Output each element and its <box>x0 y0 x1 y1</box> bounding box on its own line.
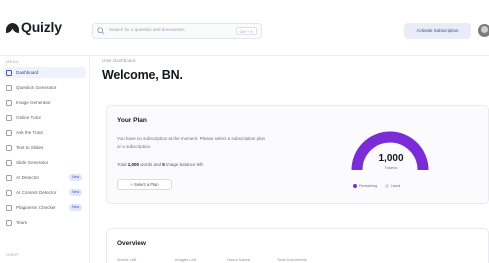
image-icon <box>6 99 12 106</box>
question-icon <box>6 129 12 136</box>
sidebar-item-slide-generator[interactable]: Slide Generator <box>4 157 86 168</box>
words-left-value: 1,000 <box>127 162 140 167</box>
sidebar-item-ai-content-detector[interactable]: AI Content Detector New <box>4 187 86 198</box>
overview-title: Overview <box>117 240 146 247</box>
sidebar: MENU Dashboard Question Generator Image … <box>0 56 90 263</box>
logo-icon <box>6 21 19 34</box>
legend-label-used: Used <box>391 184 401 188</box>
sidebar-item-dashboard[interactable]: Dashboard <box>4 67 86 78</box>
sidebar-item-ask-the-tutor[interactable]: Ask the Tutor <box>4 127 86 138</box>
sidebar-item-label: Ask the Tutor <box>16 130 44 135</box>
sidebar-item-label: Plagiarism Checker <box>16 205 56 210</box>
search-input[interactable]: Search for a question and documents... C… <box>92 23 262 39</box>
scan-icon <box>6 189 12 196</box>
legend-dot-used <box>385 184 390 188</box>
search-placeholder: Search for a question and documents... <box>109 27 188 32</box>
sidebar-item-label: Online Tutor <box>16 115 42 120</box>
sidebar-section-label: MENU <box>6 59 19 64</box>
sidebar-item-online-tutor[interactable]: Online Tutor <box>4 112 86 123</box>
sidebar-item-label: AI Detector <box>16 175 39 180</box>
sidebar-item-label: Question Generator <box>16 85 57 90</box>
search-icon <box>97 27 105 35</box>
activate-subscription-button[interactable]: Activate Subscription <box>404 23 471 39</box>
select-plan-button[interactable]: + Select a Plan <box>117 179 172 190</box>
sidebar-item-label: Slide Generator <box>16 160 49 165</box>
file-icon <box>6 84 12 91</box>
overview-column: Hours Saved <box>227 257 251 262</box>
new-badge: New <box>69 204 83 211</box>
sidebar-item-team[interactable]: Team <box>4 217 86 228</box>
sidebar-item-label: Image Generator <box>16 100 51 105</box>
sidebar-section-label-user: USER <box>6 252 19 257</box>
gauge-legend: Remaining Used <box>353 184 400 188</box>
new-badge: New <box>69 189 83 196</box>
breadcrumb: User Dashboard <box>102 58 136 63</box>
legend-label-remaining: Remaining <box>359 184 378 188</box>
presentation-icon <box>6 159 12 166</box>
app-logo[interactable]: Quizly <box>6 19 62 35</box>
sidebar-item-text-to-slides[interactable]: Text to Slides <box>4 142 86 153</box>
sidebar-item-label: Text to Slides <box>16 145 44 150</box>
sidebar-item-image-generator[interactable]: Image Generator <box>4 97 86 108</box>
avatar[interactable] <box>478 24 489 37</box>
sidebar-item-label: Team <box>16 220 28 225</box>
sidebar-item-ai-detector[interactable]: AI Detector New <box>4 172 86 183</box>
plan-usage: Total 1,000 words and 5 image balance le… <box>117 162 204 167</box>
plan-card: Your Plan You have no subscription at th… <box>106 105 489 204</box>
logo-text: Quizly <box>21 19 62 35</box>
overview-column: Words Left <box>117 257 137 262</box>
sidebar-item-label: AI Content Detector <box>16 190 57 195</box>
plan-description: You have no subscription at the moment. … <box>117 136 266 149</box>
overview-column: Total Documents <box>277 257 307 262</box>
sidebar-item-question-generator[interactable]: Question Generator <box>4 82 86 93</box>
legend-dot-remaining <box>353 184 357 188</box>
search-shortcut: Ctrl + K <box>235 27 257 35</box>
gauge-caption: Tokens <box>384 165 398 170</box>
gauge-value: 1,000 <box>378 153 404 164</box>
sidebar-item-plagiarism-checker[interactable]: Plagiarism Checker New <box>4 202 86 213</box>
new-badge: New <box>69 174 83 181</box>
grid-icon <box>6 69 12 76</box>
list-icon <box>6 204 12 211</box>
plan-title: Your Plan <box>117 117 147 124</box>
slides-icon <box>6 144 12 151</box>
top-bar: Quizly Search for a question and documen… <box>0 0 489 56</box>
chat-icon <box>6 114 12 121</box>
sidebar-item-label: Dashboard <box>16 70 39 75</box>
overview-column: Images Left <box>175 257 196 262</box>
page-title: Welcome, BN. <box>102 68 183 82</box>
overview-card: Overview Words Left Images Left Hours Sa… <box>106 228 489 263</box>
team-icon <box>6 219 12 226</box>
sparkle-icon <box>6 174 12 181</box>
